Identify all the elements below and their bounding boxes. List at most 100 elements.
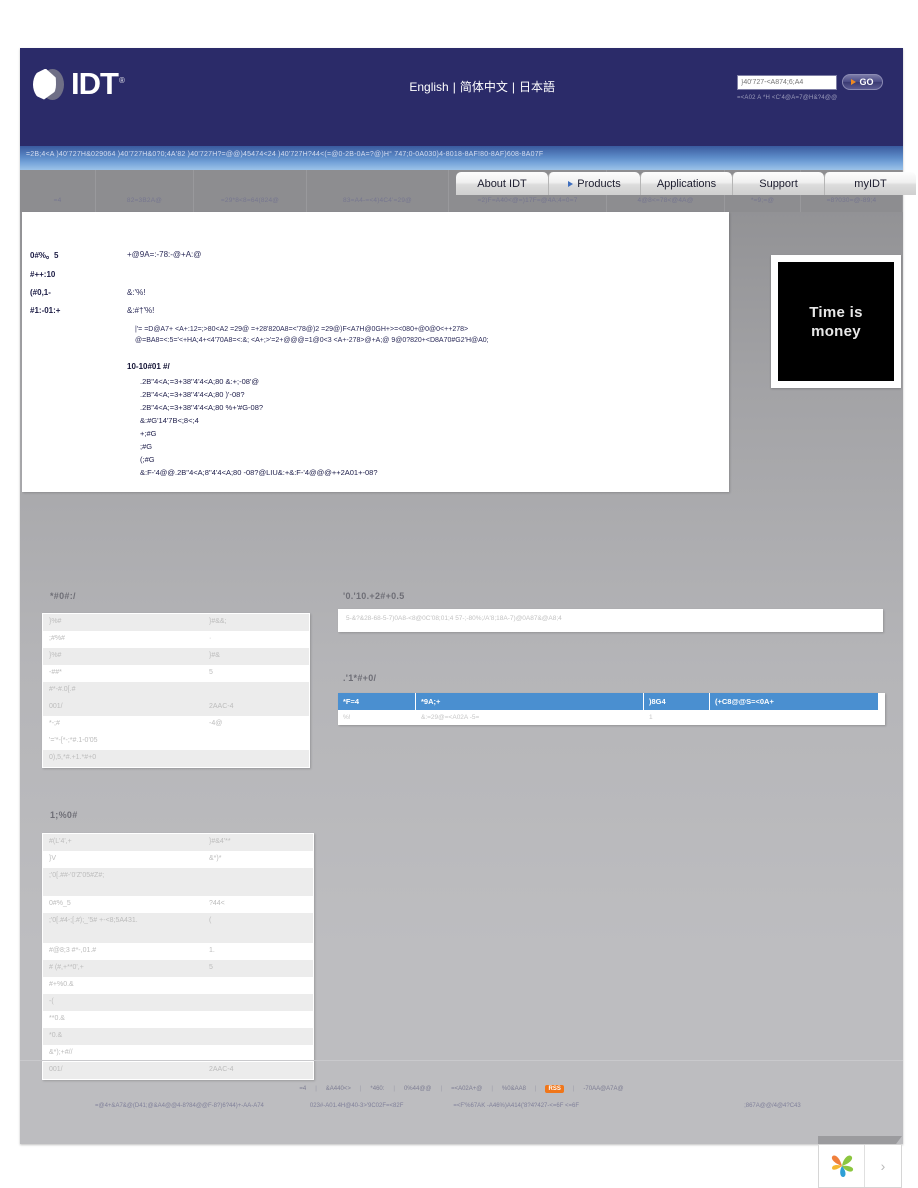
language-english[interactable]: English bbox=[409, 80, 448, 94]
footer-link[interactable]: %0&AA8 bbox=[502, 1086, 526, 1092]
table-cell-value: ( bbox=[203, 913, 313, 943]
footer-link-separator: | bbox=[491, 1086, 493, 1092]
description-text: 5-&?&28-68-5-7)0A8-<8@0C'08;01;4 57-;-80… bbox=[346, 615, 562, 622]
go-arrow-icon bbox=[851, 79, 857, 85]
table-cell-value: }#& bbox=[203, 648, 309, 665]
pinwheel-icon[interactable] bbox=[819, 1145, 865, 1187]
content-attribute-label: #1:-01:+ bbox=[30, 306, 61, 315]
tab-products[interactable]: Products bbox=[548, 172, 640, 195]
ad-banner[interactable]: Time is money bbox=[771, 255, 901, 388]
table-cell-value: 1. bbox=[209, 947, 215, 954]
table-cell-label: ;'0[.##-'0'Z'05#Z#; bbox=[43, 868, 203, 896]
parameters-table: #(L'4',+}#&4'**}V &*)* ;'0[.##-'0'Z'05#Z#;… bbox=[42, 833, 314, 1080]
language-japanese[interactable]: 日本語 bbox=[519, 80, 555, 94]
table-cell-label: # (#,+**0',+ bbox=[43, 960, 203, 977]
footer-link[interactable]: -70AA@A7A@ bbox=[583, 1086, 623, 1092]
language-simplified-chinese[interactable]: 简体中文 bbox=[460, 80, 508, 94]
table-cell-label: **0.& bbox=[49, 1015, 65, 1022]
content-attribute-value: &:#†'%! bbox=[127, 306, 155, 315]
subnav-item-label: 4@8<=78<@4A@ bbox=[637, 197, 694, 204]
idt-logo[interactable]: IDT® bbox=[33, 66, 125, 102]
subnav-item-3[interactable]: 83=A4-=<4)4C4'=29@ bbox=[307, 170, 449, 212]
footer-link[interactable]: 0%44@@ bbox=[404, 1086, 432, 1092]
footer-link[interactable]: =<A02A+@ bbox=[451, 1086, 482, 1092]
table-row: ;'0[.##-'0'Z'05#Z#; bbox=[43, 868, 313, 896]
language-separator-2: | bbox=[511, 80, 515, 94]
subnav-item-label: 82=3B2A@ bbox=[126, 197, 163, 204]
table-cell-label: -( bbox=[43, 994, 203, 1011]
table-cell-label: -##* bbox=[49, 669, 62, 676]
table-cell-label: 0#%_5 bbox=[49, 900, 71, 907]
footer-link[interactable]: *460: bbox=[370, 1086, 384, 1092]
content-attribute-value: &:'%! bbox=[127, 288, 146, 297]
subnav-item-2[interactable]: =29*8<8=64(824@ bbox=[194, 170, 307, 212]
tab-support[interactable]: Support bbox=[732, 172, 824, 195]
tab-applications[interactable]: Applications bbox=[640, 172, 732, 195]
content-paragraph: @=BA8=<:5='<+HA;4+<4'70A8=<:&; <A+;>'=2+… bbox=[135, 337, 489, 344]
rss-badge[interactable]: RSS bbox=[545, 1085, 564, 1093]
idt-logo-wordmark: IDT® bbox=[71, 66, 125, 102]
table-row: *-;# -4@ bbox=[43, 716, 309, 733]
product-attribute-list: 0#%。5 +@9A=:-78:-@+A:@ #++:10 (#0,1- &:'%! #1… bbox=[22, 212, 729, 315]
description-section: '0.'10.+2#+0.5 bbox=[343, 591, 405, 601]
table-cell-label: ;#%# bbox=[49, 635, 65, 642]
features-section: *#0#:/ bbox=[50, 591, 76, 601]
subnav-item-label: =29*8<8=64(824@ bbox=[220, 197, 280, 204]
footer-link[interactable]: &A440<> bbox=[326, 1086, 351, 1092]
widget-next-button[interactable]: › bbox=[865, 1145, 901, 1187]
table-row: #*-#.0[.# bbox=[43, 682, 309, 699]
tab-about-idt[interactable]: About IDT bbox=[456, 172, 548, 195]
widget-next-label: › bbox=[880, 1158, 886, 1174]
features-table: }%#}#&&; ;#%# ·}%#}#& -##* 5 #*-#.0[.# 001/2AA… bbox=[42, 613, 310, 768]
page-root: IDT® English|简体中文|日本語 GO =<A02 A *H <C'4… bbox=[0, 0, 918, 1188]
documents-column-header[interactable]: *F=4 bbox=[338, 693, 416, 710]
ad-banner-line-1: Time is bbox=[809, 303, 863, 321]
table-cell-value bbox=[203, 868, 313, 896]
footer-legal-row: =@4+&A7&@(D41;@&A4@@4-8?84@@F-8?)6?44)+-… bbox=[20, 1103, 903, 1109]
site-container: IDT® English|简体中文|日本語 GO =<A02 A *H <C'4… bbox=[20, 48, 916, 1144]
table-cell-value: · bbox=[209, 635, 212, 642]
footer-link[interactable]: =4 bbox=[299, 1086, 306, 1092]
subnav-item-0[interactable]: =4 bbox=[20, 170, 96, 212]
language-selector: English | 简体中文 | 日本語 bbox=[409, 78, 555, 95]
content-paragraph: |'= =D@A7+ <A+:12=;>80<A2 =29@ =+28'820A… bbox=[135, 326, 469, 333]
table-row: ;#%# · bbox=[43, 631, 309, 648]
footer-legal-text: =<F'%67AK -A46%)A414('8?4?427-<=6F <=6F bbox=[453, 1103, 580, 1109]
footer-link-separator: | bbox=[359, 1086, 362, 1092]
search-go-button[interactable]: GO bbox=[842, 74, 883, 90]
tab-active-marker-icon bbox=[568, 180, 574, 187]
footer-link-separator: | bbox=[534, 1086, 537, 1092]
tab-myidt[interactable]: myIDT bbox=[824, 172, 916, 195]
content-bullet-list: .2B''4<A;=3+38''4'4<A;80 &:+;-08'@ .2B''4… bbox=[22, 375, 729, 479]
content-attribute-label: 0#%。5 bbox=[30, 251, 59, 260]
table-cell-value: &*)* bbox=[209, 855, 222, 862]
tab-label: Products bbox=[577, 177, 621, 190]
table-cell-label: ;'0[.#4-;[.#);_'5# +-<8;5A431. bbox=[43, 913, 203, 943]
documents-table-cell: %! bbox=[343, 714, 351, 721]
content-bullet-item: .2B''4<A;=3+38''4'4<A;80 %+'#G-08? bbox=[140, 403, 264, 412]
table-row: *0.& bbox=[43, 1028, 313, 1045]
table-cell-label: *0.& bbox=[43, 1028, 203, 1045]
idt-logo-text: IDT bbox=[71, 66, 119, 101]
table-row: }%#}#& bbox=[43, 648, 309, 665]
documents-column-header[interactable]: )8G4 bbox=[644, 693, 710, 710]
documents-column-header[interactable]: (+C8@@S=<0A+ bbox=[710, 693, 878, 710]
documents-table-header: *F=4 *9A;+)8G4 (+C8@@S=<0A+ bbox=[338, 693, 885, 710]
subnav-item-1[interactable]: 82=3B2A@ bbox=[96, 170, 194, 212]
site-masthead: IDT® English|简体中文|日本語 GO =<A02 A *H <C'4… bbox=[20, 48, 903, 146]
search-input[interactable] bbox=[737, 74, 837, 90]
content-attribute-value: +@9A=:-78:-@+A:@ bbox=[127, 250, 202, 259]
table-cell-label: #+%0.& bbox=[49, 981, 74, 988]
table-row: #+%0.& bbox=[43, 977, 313, 994]
documents-table-cell bbox=[710, 710, 878, 725]
table-cell-value bbox=[203, 750, 309, 767]
features-section-title: *#0#:/ bbox=[50, 591, 76, 601]
floating-widget[interactable]: › bbox=[818, 1144, 902, 1188]
ad-banner-inner: Time is money bbox=[778, 262, 894, 381]
table-cell-label: }%# bbox=[43, 648, 203, 665]
documents-column-header[interactable]: *9A;+ bbox=[416, 693, 644, 710]
footer-link-separator: | bbox=[572, 1086, 575, 1092]
content-attribute-label: #++:10 bbox=[30, 270, 56, 279]
table-cell-value bbox=[203, 1028, 313, 1045]
main-content-panel: 0#%。5 +@9A=:-78:-@+A:@ #++:10 (#0,1- &:'%! #1… bbox=[22, 212, 729, 492]
